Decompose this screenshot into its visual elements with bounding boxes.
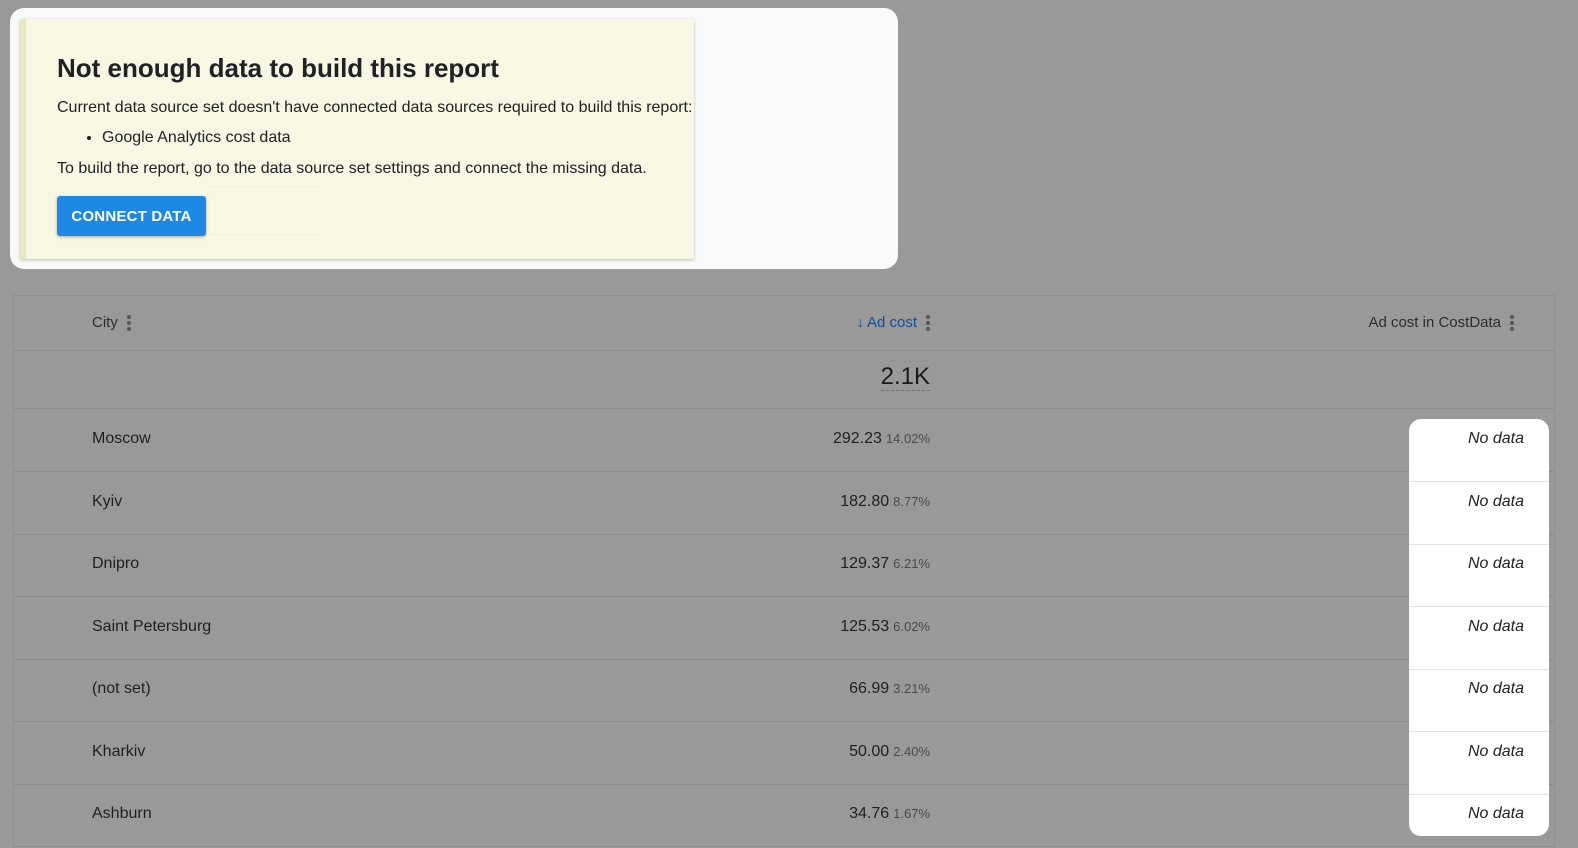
city-cell: Dnipro (92, 555, 140, 572)
missing-source-item: Google Analytics cost data (102, 129, 291, 147)
table-row[interactable]: Kharkiv 50.00 2.40% (14, 722, 1554, 785)
ad-cost-cell: 292.23 14.02% (832, 430, 930, 447)
costdata-cell: No data (1409, 732, 1549, 795)
ad-cost-percent: 6.02% (893, 619, 930, 634)
costdata-cell: No data (1409, 544, 1549, 607)
table-row[interactable]: Dnipro 129.37 6.21% (14, 534, 1554, 597)
costdata-highlight-column: No data No data No data No data No data … (1409, 419, 1549, 836)
table-row[interactable]: Ashburn 34.76 1.67% (14, 784, 1554, 847)
city-cell: Moscow (92, 430, 151, 447)
costdata-cell: No data (1409, 607, 1549, 670)
city-cell: Ashburn (92, 805, 152, 822)
arrow-down-icon: ↓ (856, 314, 864, 331)
ad-cost-percent: 3.21% (893, 681, 930, 696)
not-enough-data-notice: Not enough data to build this report Cur… (20, 19, 694, 259)
kebab-menu-icon[interactable] (926, 314, 930, 331)
table-row[interactable]: Kyiv 182.80 8.77% (14, 472, 1554, 535)
table-header: City ↓ Ad cost Ad cost in CostData (14, 296, 1554, 351)
column-header-ad-cost[interactable]: ↓ Ad cost (856, 314, 930, 331)
column-header-ad-cost-costdata[interactable]: Ad cost in CostData (1368, 314, 1514, 331)
ad-cost-cell: 50.00 2.40% (849, 743, 930, 760)
button-divider (206, 189, 324, 190)
city-cell: Kharkiv (92, 743, 146, 760)
connect-data-button[interactable]: CONNECT DATA (57, 196, 206, 236)
notice-description: Current data source set doesn't have con… (57, 99, 693, 116)
costdata-cell: No data (1409, 419, 1549, 482)
ad-cost-cell: 129.37 6.21% (840, 555, 930, 572)
ad-cost-percent: 8.77% (893, 494, 930, 509)
totals-row: 2.1K (14, 351, 1554, 409)
kebab-menu-icon[interactable] (126, 314, 131, 331)
column-header-label: City (92, 314, 118, 331)
spotlight-popup: Not enough data to build this report Cur… (10, 8, 898, 269)
table-row[interactable]: Moscow 292.23 14.02% (14, 409, 1554, 472)
button-divider (206, 237, 324, 238)
ad-cost-percent: 6.21% (893, 556, 930, 571)
report-page: Not enough data to build this report Cur… (0, 0, 1578, 848)
ad-cost-cell: 66.99 3.21% (849, 680, 930, 697)
city-cell: (not set) (92, 680, 151, 697)
notice-title: Not enough data to build this report (57, 53, 499, 83)
ad-cost-percent: 2.40% (893, 744, 930, 759)
table-row[interactable]: Saint Petersburg 125.53 6.02% (14, 597, 1554, 660)
column-header-label: Ad cost in CostData (1368, 314, 1501, 331)
costdata-cell: No data (1409, 669, 1549, 732)
costdata-cell: No data (1409, 482, 1549, 545)
costdata-cell: No data (1467, 805, 1524, 822)
ad-cost-cell: 125.53 6.02% (840, 618, 930, 635)
kebab-menu-icon[interactable] (1510, 314, 1514, 331)
city-cell: Kyiv (92, 493, 123, 510)
missing-sources-list: Google Analytics cost data (57, 129, 291, 147)
notice-instructions: To build the report, go to the data sour… (57, 160, 647, 177)
city-cell: Saint Petersburg (92, 618, 212, 635)
ad-cost-percent: 14.02% (885, 431, 930, 446)
ad-cost-total: 2.1K (880, 363, 930, 391)
ad-cost-cell: 182.80 8.77% (840, 493, 930, 510)
report-table: City ↓ Ad cost Ad cost in CostData 2.1K … (13, 295, 1555, 848)
table-row[interactable]: (not set) 66.99 3.21% (14, 659, 1554, 722)
ad-cost-percent: 1.67% (893, 806, 930, 821)
column-header-city[interactable]: City (92, 314, 131, 331)
column-header-label: Ad cost (866, 314, 917, 331)
ad-cost-cell: 34.76 1.67% (849, 805, 930, 822)
